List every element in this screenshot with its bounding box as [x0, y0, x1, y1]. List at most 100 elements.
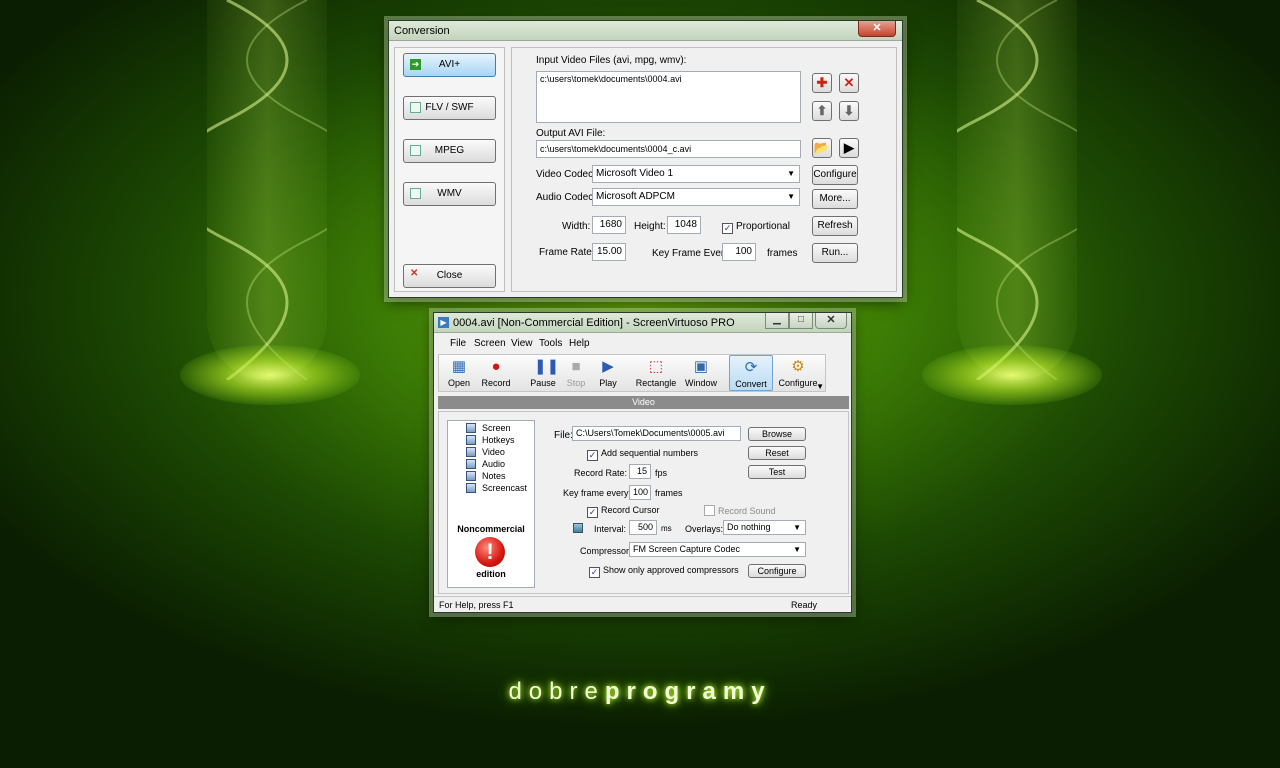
file-label: File: [554, 430, 573, 441]
close-button[interactable]: ✕ Close [403, 264, 496, 288]
file-input[interactable]: C:\Users\Tomek\Documents\0005.avi [572, 426, 741, 441]
tree-item-label: Audio [482, 459, 506, 469]
sv-titlebar[interactable]: ▶ 0004.avi [Non-Commercial Edition] - Sc… [434, 313, 851, 333]
record-rate-input[interactable]: 15 [629, 464, 651, 479]
toolbar-convert[interactable]: ⟳ Convert [729, 355, 773, 391]
toolbar-play[interactable]: ▶ Play [593, 355, 623, 391]
chevron-down-icon: ▼ [787, 169, 795, 178]
stop-icon: ■ [571, 358, 581, 375]
frames-label: frames [767, 248, 798, 259]
keyframe-every-input[interactable]: 100 [629, 485, 651, 500]
conversion-form-panel: Input Video Files (avi, mpg, wmv): c:\us… [511, 47, 897, 292]
input-files-list[interactable]: c:\users\tomek\documents\0004.avi [536, 71, 801, 123]
list-item[interactable]: c:\users\tomek\documents\0004.avi [540, 74, 797, 84]
refresh-button[interactable]: Refresh [812, 216, 858, 236]
height-input[interactable]: 1048 [667, 216, 701, 234]
section-header: Video [438, 396, 849, 409]
approved-compressors-checkbox[interactable]: ✓ Show only approved compressors [589, 565, 739, 578]
minimize-button[interactable]: ▁ [765, 313, 789, 329]
status-help-text: For Help, press F1 [439, 600, 514, 610]
test-button[interactable]: Test [748, 465, 806, 479]
toolbar-convert-label: Convert [735, 379, 767, 389]
video-configure-button[interactable]: Configure [812, 165, 858, 185]
play-output-button[interactable]: ▶ [839, 138, 859, 158]
nav-avi-button[interactable]: ➔ AVI+ [403, 53, 496, 77]
record-cursor-checkbox[interactable]: ✓ Record Cursor [587, 505, 660, 518]
add-file-button[interactable]: ✚ [812, 73, 832, 93]
checkmark-icon: ✓ [722, 223, 733, 234]
width-input[interactable]: 1680 [592, 216, 626, 234]
nav-mpeg-button[interactable]: MPEG [403, 139, 496, 163]
toolbar-configure[interactable]: ⚙ Configure [777, 355, 819, 391]
configure-icon: ⚙ [791, 358, 805, 375]
remove-file-button[interactable]: ✕ [839, 73, 859, 93]
tree-item-label: Hotkeys [482, 435, 515, 445]
toolbar-play-label: Play [599, 378, 617, 388]
toolbar: ▦ Open ● Record ❚❚ Pause ■ Stop ▶ Play ⬚ Recta… [438, 354, 826, 392]
checkmark-icon: ✓ [587, 450, 598, 461]
compressor-configure-button[interactable]: Configure [748, 564, 806, 578]
reset-button[interactable]: Reset [748, 446, 806, 460]
toolbar-stop[interactable]: ■ Stop [561, 355, 591, 391]
close-label: Close [436, 270, 463, 281]
toolbar-record[interactable]: ● Record [477, 355, 515, 391]
sequential-checkbox[interactable]: ✓ Add sequential numbers [587, 448, 698, 461]
film-icon [573, 523, 583, 533]
edition-label: edition [476, 569, 506, 579]
video-codec-select[interactable]: Microsoft Video 1 ▼ [592, 165, 800, 183]
tree-item-notes[interactable]: Notes [466, 471, 506, 481]
compressor-select[interactable]: FM Screen Capture Codec ▼ [629, 542, 806, 557]
screen-icon [466, 423, 476, 433]
run-button[interactable]: Run... [812, 243, 858, 263]
proportional-checkbox[interactable]: ✓ Proportional [722, 221, 790, 234]
browse-button[interactable]: Browse [748, 427, 806, 441]
audio-more-button[interactable]: More... [812, 189, 858, 209]
input-files-label: Input Video Files (avi, mpg, wmv): [536, 55, 687, 66]
menu-help[interactable]: Help [569, 338, 590, 349]
tree-item-hotkeys[interactable]: Hotkeys [466, 435, 515, 445]
toolbar-open-label: Open [447, 378, 471, 388]
interval-input[interactable]: 500 [629, 520, 657, 535]
menu-tools[interactable]: Tools [539, 338, 562, 349]
window-icon: ▣ [693, 358, 709, 375]
notes-icon [466, 471, 476, 481]
menu-view[interactable]: View [511, 338, 533, 349]
menu-file[interactable]: File [450, 338, 466, 349]
toolbar-window-label: Window [684, 378, 717, 388]
tree-item-video[interactable]: Video [466, 447, 505, 457]
video-codec-label: Video Codec: [536, 169, 596, 180]
toolbar-open[interactable]: ▦ Open [443, 355, 475, 391]
close-window-button[interactable]: ✕ [858, 21, 896, 37]
toolbar-rectangle[interactable]: ⬚ Rectangle [635, 355, 677, 391]
tree-item-label: Screencast [482, 483, 528, 493]
keyframe-input[interactable]: 100 [722, 243, 756, 261]
nav-flv-button[interactable]: FLV / SWF [403, 96, 496, 120]
checkmark-icon: ✓ [587, 507, 598, 518]
menu-bar: File Screen View Tools Help [434, 334, 851, 352]
move-up-button[interactable]: ⬆ [812, 101, 832, 121]
overlays-select[interactable]: Do nothing ▼ [723, 520, 806, 535]
menu-screen[interactable]: Screen [474, 338, 506, 349]
conversion-titlebar[interactable]: Conversion ✕ [389, 21, 902, 41]
frame-rate-input[interactable]: 15.00 [592, 243, 626, 261]
output-file-input[interactable]: c:\users\tomek\documents\0004_c.avi [536, 140, 801, 158]
video-icon [466, 447, 476, 457]
tree-item-screencast[interactable]: Screencast [466, 483, 527, 493]
tree-item-screen[interactable]: Screen [466, 423, 511, 433]
toolbar-stop-label: Stop [566, 378, 586, 388]
tree-item-audio[interactable]: Audio [466, 459, 505, 469]
audio-codec-select[interactable]: Microsoft ADPCM ▼ [592, 188, 800, 206]
maximize-icon: □ [797, 314, 805, 325]
convert-icon: ⟳ [744, 359, 758, 376]
browse-folder-button[interactable]: 📂 [812, 138, 832, 158]
nav-wmv-button[interactable]: WMV [403, 182, 496, 206]
maximize-button[interactable]: □ [789, 313, 813, 329]
close-window-button[interactable]: ✕ [815, 313, 847, 329]
toolbar-window[interactable]: ▣ Window [683, 355, 719, 391]
status-ready-text: Ready [790, 600, 817, 610]
move-down-button[interactable]: ⬇ [839, 101, 859, 121]
toolbar-overflow-icon[interactable]: ▼ [816, 382, 824, 391]
toolbar-pause[interactable]: ❚❚ Pause [527, 355, 559, 391]
record-sound-checkbox[interactable]: Record Sound [704, 505, 776, 517]
decorative-pillar-left [207, 0, 327, 380]
